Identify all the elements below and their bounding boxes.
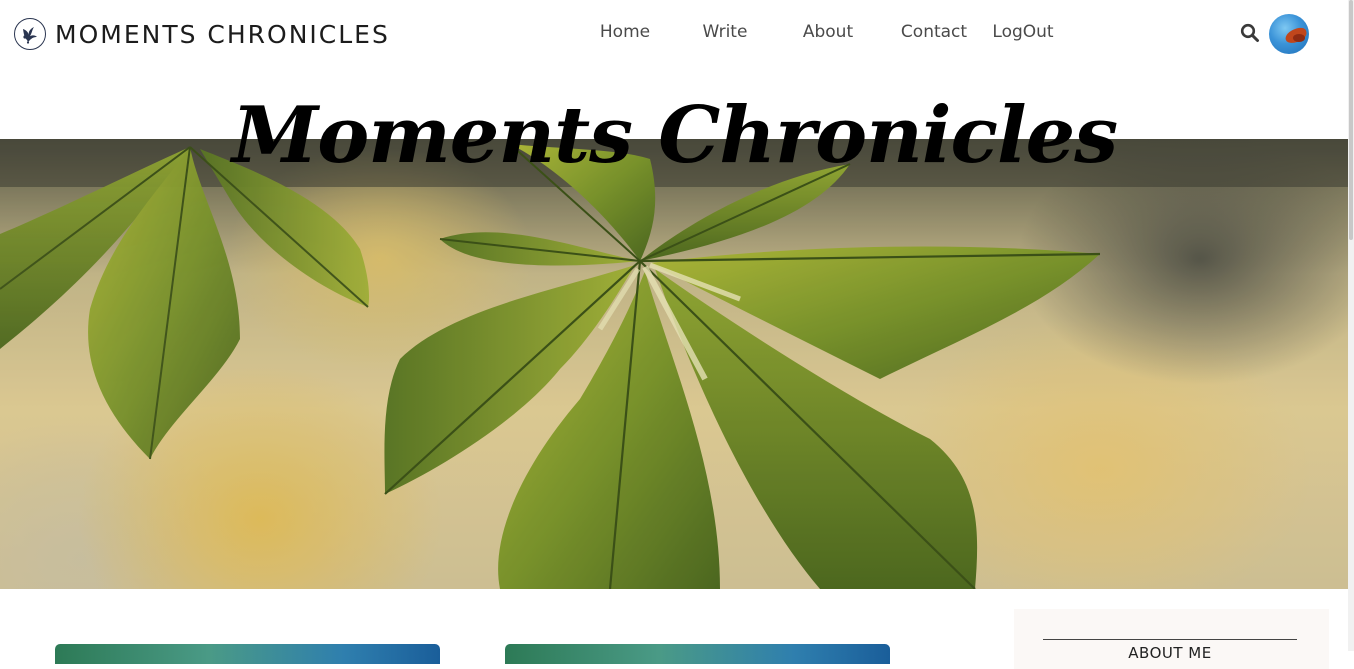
site-title: MOMENTS CHRONICLES [55,19,390,49]
nav-write[interactable]: Write [685,22,765,42]
main-nav: Home Write About Contact LogOut [580,22,1063,42]
post-card-1-thumbnail[interactable] [55,644,440,664]
chestnut-leaves-image [0,139,1349,589]
hero-title: Moments Chronicles [231,90,1118,181]
nav-logout[interactable]: LogOut [983,22,1063,42]
avatar-leaf-shape-2 [1293,34,1305,42]
search-icon[interactable] [1240,23,1260,43]
hero-banner [0,139,1349,589]
sidebar-about: ABOUT ME [1014,609,1329,669]
nav-home[interactable]: Home [580,22,670,42]
nav-about[interactable]: About [786,22,870,42]
profile-avatar[interactable] [1269,14,1309,54]
sidebar-divider [1043,639,1297,640]
nav-contact[interactable]: Contact [891,22,977,42]
top-navbar: MOMENTS CHRONICLES Home Write About Cont… [0,0,1348,70]
post-card-2-thumbnail[interactable] [505,644,890,664]
sidebar-title: ABOUT ME [1128,644,1212,662]
brand[interactable]: MOMENTS CHRONICLES [14,18,390,50]
bird-logo-icon [14,18,46,50]
scrollbar-thumb[interactable] [1349,0,1353,240]
